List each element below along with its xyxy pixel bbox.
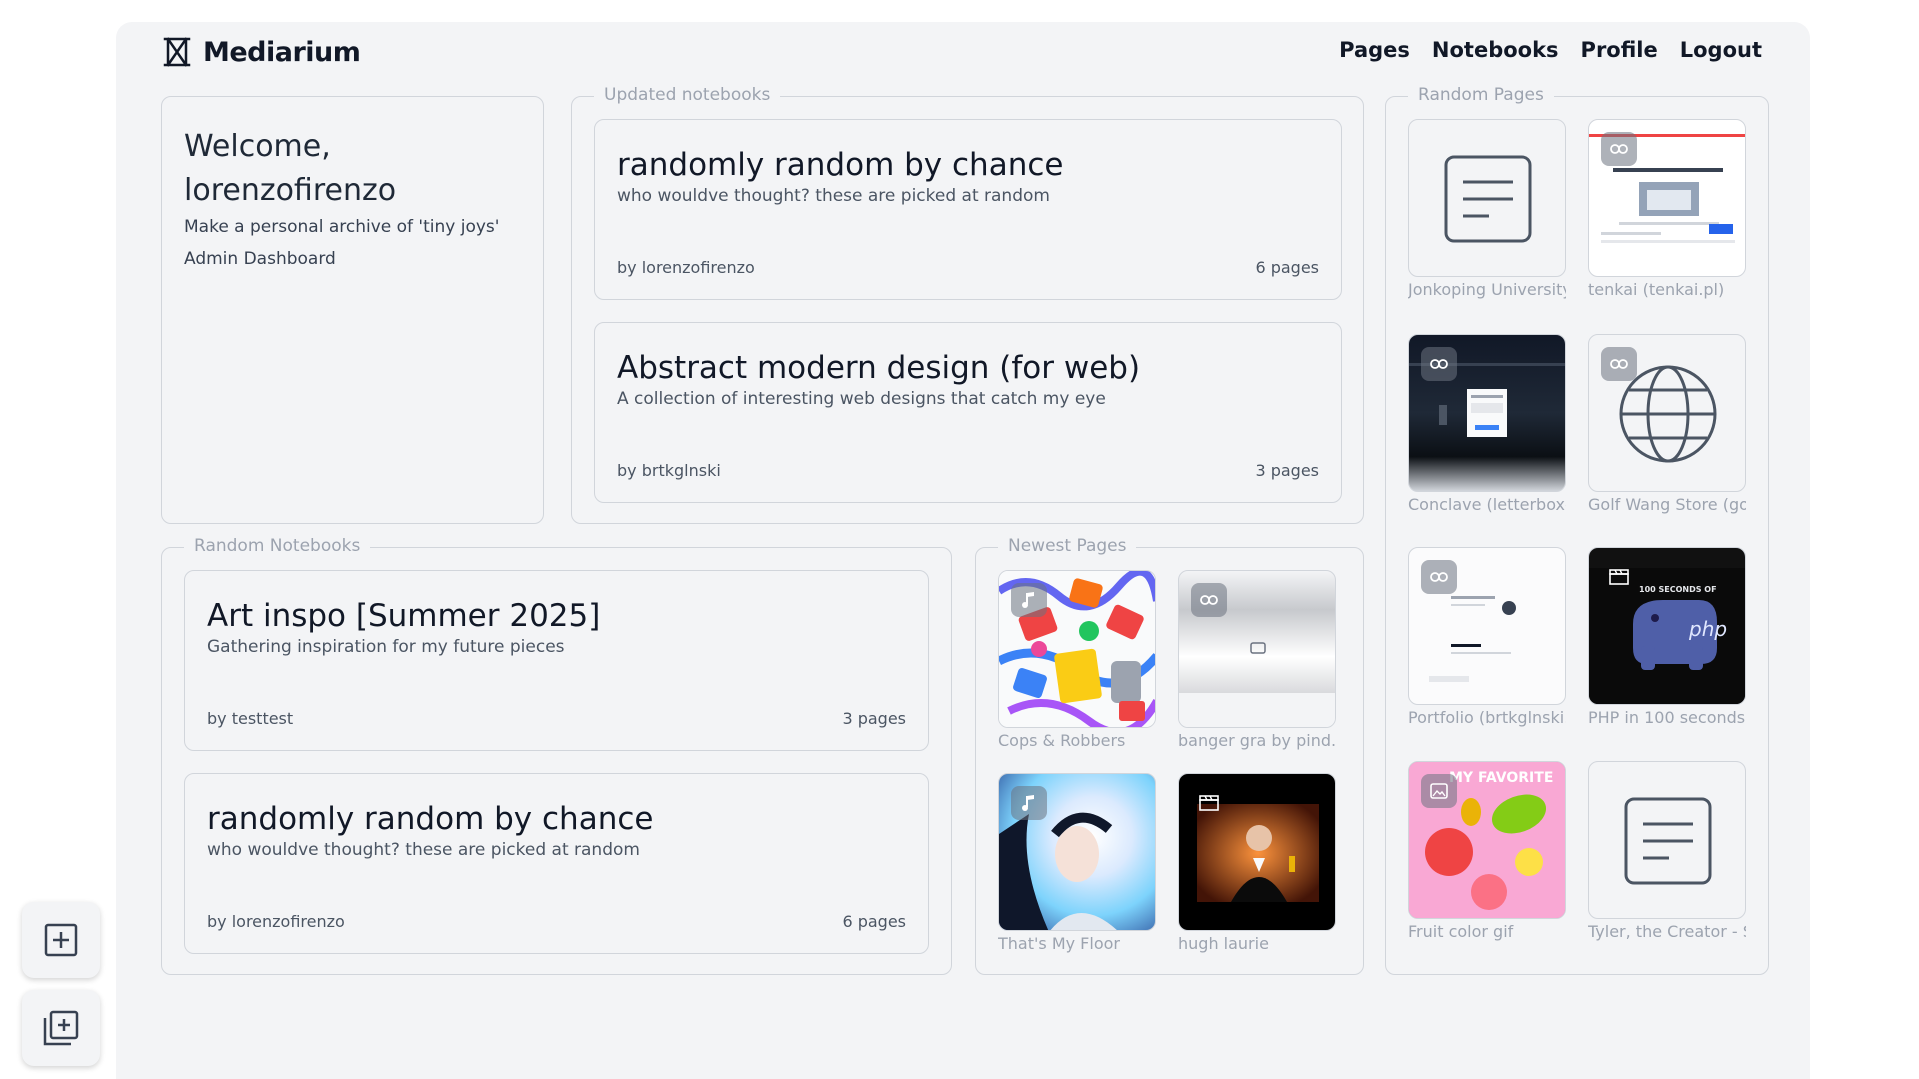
- nav-notebooks[interactable]: Notebooks: [1432, 38, 1559, 62]
- notebook-author: by lorenzofirenzo: [617, 258, 755, 277]
- document-icon: [1624, 797, 1712, 885]
- page-caption: Cops & Robbers: [998, 731, 1126, 750]
- link-icon: [1601, 132, 1637, 166]
- page-thumb[interactable]: php 100 SECONDS OF PHP in 100 seconds: [1588, 547, 1746, 727]
- link-icon: [1421, 560, 1457, 594]
- music-note-icon: [1011, 583, 1047, 617]
- globe-placeholder: [1588, 334, 1746, 492]
- notebook-card[interactable]: Abstract modern design (for web) A colle…: [594, 322, 1342, 503]
- link-icon: [1421, 347, 1457, 381]
- notebook-title: Art inspo [Summer 2025]: [207, 598, 601, 634]
- hourglass-logo-icon: [163, 37, 191, 67]
- link-icon: [1601, 347, 1637, 381]
- page-thumb[interactable]: Jonkoping University: [1408, 119, 1566, 299]
- plus-square-icon: [44, 923, 78, 957]
- notebook-description: Gathering inspiration for my future piec…: [207, 637, 565, 657]
- main-nav: Pages Notebooks Profile Logout: [1339, 38, 1762, 62]
- notebook-title: randomly random by chance: [617, 147, 1064, 183]
- portfolio-screenshot: [1408, 547, 1566, 705]
- link-icon: [1191, 583, 1227, 617]
- page-thumb[interactable]: Conclave (letterboxd.com): [1408, 334, 1566, 514]
- admin-dashboard-link[interactable]: Admin Dashboard: [184, 245, 521, 273]
- page-thumb[interactable]: Cops & Robbers: [998, 570, 1156, 750]
- php-logo-text: php: [1688, 617, 1727, 641]
- brand[interactable]: Mediarium: [161, 36, 361, 68]
- welcome-tagline: Make a personal archive of 'tiny joys': [184, 217, 500, 237]
- page-thumb[interactable]: Portfolio (brtkglnski.github.io): [1408, 547, 1566, 727]
- clapperboard-icon: [1191, 786, 1227, 820]
- welcome-username: lorenzofirenzo: [184, 173, 397, 208]
- notebook-author: by lorenzofirenzo: [207, 912, 345, 931]
- notebook-page-count: 6 pages: [1255, 258, 1319, 277]
- nav-pages[interactable]: Pages: [1339, 38, 1410, 62]
- stacked-plus-icon: [43, 1010, 79, 1046]
- notebook-card[interactable]: randomly random by chance who wouldve th…: [594, 119, 1342, 300]
- notebook-description: A collection of interesting web designs …: [617, 389, 1106, 409]
- page-caption: Jonkoping University: [1408, 280, 1566, 299]
- music-note-icon: [1011, 786, 1047, 820]
- notebook-card[interactable]: randomly random by chance who wouldve th…: [184, 773, 929, 954]
- page-caption: PHP in 100 seconds: [1588, 708, 1746, 727]
- tenkai-screenshot: [1588, 119, 1746, 277]
- notebook-author: by brtkglnski: [617, 461, 721, 480]
- nav-logout[interactable]: Logout: [1680, 38, 1762, 62]
- page-thumb[interactable]: hugh laurie: [1178, 773, 1336, 953]
- notebook-page-count: 3 pages: [1255, 461, 1319, 480]
- page-thumb[interactable]: That's My Floor: [998, 773, 1156, 953]
- page-caption: Tyler, the Creator - Sessions: [1588, 922, 1746, 941]
- section-legend: Newest Pages: [998, 536, 1137, 556]
- page-caption: Portfolio (brtkglnski.github.io): [1408, 708, 1566, 727]
- page-thumb[interactable]: tenkai (tenkai.pl): [1588, 119, 1746, 299]
- notebook-author: by testtest: [207, 709, 294, 728]
- notebook-description: who wouldve thought? these are picked at…: [207, 840, 640, 860]
- updated-notebooks-section: Updated notebooks randomly random by cha…: [571, 85, 1364, 524]
- page-caption: tenkai (tenkai.pl): [1588, 280, 1725, 299]
- page-caption: That's My Floor: [998, 934, 1120, 953]
- nav-profile[interactable]: Profile: [1581, 38, 1658, 62]
- conclave-screenshot: [1408, 334, 1566, 492]
- hugh-laurie-cover: [1178, 773, 1336, 931]
- notebook-page-count: 3 pages: [842, 709, 906, 728]
- document-icon: [1444, 155, 1532, 243]
- php-thumb-text: 100 SECONDS OF: [1639, 585, 1717, 594]
- page-caption: banger gra by pind.vs: [1178, 731, 1336, 750]
- section-legend: Random Pages: [1408, 85, 1554, 105]
- page-caption: Conclave (letterboxd.com): [1408, 495, 1566, 514]
- random-notebooks-section: Random Notebooks Art inspo [Summer 2025]…: [161, 536, 952, 975]
- banger-gra-cover: [1178, 570, 1336, 728]
- fruit-thumb-text: MY FAVORITE: [1449, 770, 1553, 786]
- notebook-card[interactable]: Art inspo [Summer 2025] Gathering inspir…: [184, 570, 929, 751]
- notebook-description: who wouldve thought? these are picked at…: [617, 186, 1050, 206]
- section-legend: Random Notebooks: [184, 536, 371, 556]
- notebook-title: Abstract modern design (for web): [617, 350, 1141, 386]
- page-caption: Golf Wang Store (golfwang.com): [1588, 495, 1746, 514]
- page-caption: hugh laurie: [1178, 934, 1269, 953]
- newest-pages-section: Newest Pages Cops & Robbers banger gra b…: [975, 536, 1364, 975]
- page-thumb[interactable]: banger gra by pind.vs: [1178, 570, 1336, 750]
- image-icon: [1421, 774, 1457, 808]
- welcome-greeting: Welcome,: [184, 129, 331, 164]
- section-legend: Updated notebooks: [594, 85, 781, 105]
- document-placeholder: [1408, 119, 1566, 277]
- fruit-gif-thumbnail: MY FAVORITE: [1408, 761, 1566, 919]
- brand-name: Mediarium: [203, 36, 361, 68]
- page-thumb[interactable]: MY FAVORITE Fruit color gif: [1408, 761, 1566, 941]
- php-video-thumbnail: php 100 SECONDS OF: [1588, 547, 1746, 705]
- thats-my-floor-cover: [998, 773, 1156, 931]
- notebook-page-count: 6 pages: [842, 912, 906, 931]
- page-thumb[interactable]: Tyler, the Creator - Sessions: [1588, 761, 1746, 941]
- add-page-button[interactable]: [22, 902, 100, 978]
- add-notebook-button[interactable]: [22, 990, 100, 1066]
- clapperboard-icon: [1601, 560, 1637, 594]
- page-caption: Fruit color gif: [1408, 922, 1514, 941]
- random-pages-section: Random Pages Jonkoping University tenkai…: [1385, 85, 1769, 975]
- notebook-title: randomly random by chance: [207, 801, 654, 837]
- welcome-panel: Welcome, lorenzofirenzo Make a personal …: [161, 96, 544, 524]
- cops-robbers-cover: [998, 570, 1156, 728]
- page-thumb[interactable]: Golf Wang Store (golfwang.com): [1588, 334, 1746, 514]
- document-placeholder: [1588, 761, 1746, 919]
